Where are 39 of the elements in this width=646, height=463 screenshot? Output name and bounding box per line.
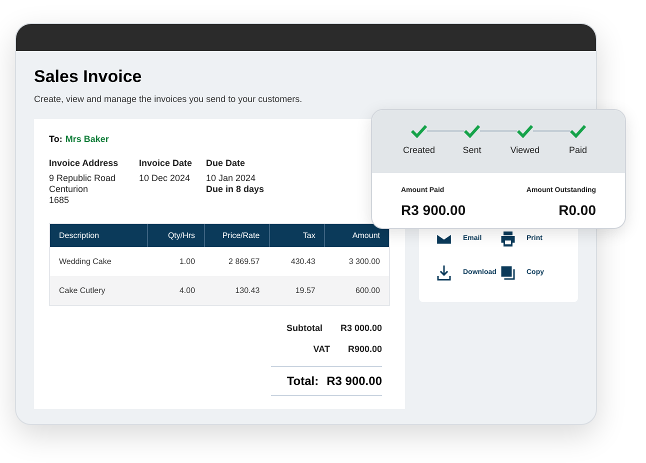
total-value: R900.00 [348, 343, 382, 356]
total-value: R3 000.00 [340, 322, 382, 335]
table-cell-text: 600.00 [354, 284, 381, 297]
table-cell-text: 130.43 [234, 284, 261, 297]
address-line: Centurion [49, 184, 90, 196]
table-cell-text: 1.00 [178, 256, 196, 268]
invoice-date: 10 Dec 2024 [139, 173, 192, 184]
column-header: Description [58, 230, 100, 242]
address-line: 1685 [49, 195, 70, 206]
table-cell-text: 3 300.00 [348, 256, 381, 268]
table-cell-text: 2 869.57 [228, 256, 261, 268]
table-cell-text: 19.57 [294, 284, 316, 297]
printer-icon [498, 230, 516, 248]
download-icon [435, 264, 453, 282]
step-label: Paid [569, 144, 588, 157]
grand-total-label: Total: [286, 373, 319, 390]
grand-total-value: R3 900.00 [326, 373, 382, 390]
step-label: Created [402, 144, 436, 157]
copy-icon [498, 264, 516, 282]
table-cell-text: Wedding Cake [58, 256, 112, 268]
to-label: To: [49, 132, 62, 146]
page-title: Sales Invoice [34, 66, 143, 88]
table-cell-text: Cake Cutlery [58, 284, 106, 297]
total-label: Subtotal [286, 322, 322, 335]
due-note: Due in 8 days [206, 184, 264, 196]
field-label: Due Date [206, 158, 246, 170]
table-cell-text: 430.43 [290, 256, 316, 268]
recipient-name: Mrs Baker [65, 132, 109, 146]
field-label: Invoice Date [139, 158, 194, 170]
step-label: Sent [462, 144, 482, 157]
field-label: Invoice Address [49, 158, 120, 170]
page-subtitle: Create, view and manage the invoices you send to your customers. [34, 93, 304, 106]
step-label: Viewed [510, 144, 540, 157]
due-date: 10 Jan 2024 [206, 173, 257, 184]
address-line: 9 Republic Road [49, 173, 117, 184]
amount-paid: R3 900.00 [401, 200, 466, 220]
table-cell-text: 4.00 [178, 284, 196, 297]
total-label: VAT [313, 343, 330, 356]
amount-outstanding: R0.00 [558, 200, 596, 220]
